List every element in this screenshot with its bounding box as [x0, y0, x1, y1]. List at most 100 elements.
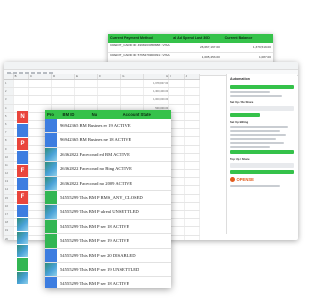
grid-cell[interactable] — [169, 96, 185, 104]
row-number[interactable]: 7 — [4, 129, 14, 137]
grid-cell[interactable] — [121, 88, 145, 96]
spreadsheet-row[interactable]: 1 1,978,847.00 — [4, 80, 201, 89]
grid-cell[interactable] — [169, 129, 185, 137]
header-bm-id[interactable]: BM ID — [61, 110, 90, 119]
row-number[interactable]: 19 — [4, 227, 14, 235]
grid-cell[interactable] — [169, 104, 185, 112]
grid-cell[interactable] — [14, 88, 30, 96]
header-ad-spend[interactable]: al Ad Spend Last 30D — [171, 34, 222, 43]
table-row[interactable]: 26362822 Facecorad no Bing ACTIVE — [45, 162, 171, 177]
spreadsheet-row[interactable]: 2 1,300,400.00 — [4, 88, 201, 97]
grid-cell[interactable] — [169, 219, 185, 227]
header-current-payment-method[interactable]: Current Payment Method — [108, 34, 171, 43]
table-row[interactable]: CREDIT_CARD:ID: 4998163058888:::VISA 26,… — [108, 43, 273, 53]
row-number[interactable]: 18 — [4, 219, 14, 227]
status-tag[interactable] — [17, 124, 28, 138]
status-tag[interactable] — [17, 204, 28, 219]
grid-cell[interactable] — [185, 80, 201, 88]
grid-cell[interactable] — [75, 96, 99, 104]
grid-cell[interactable] — [75, 88, 99, 96]
header-current-balance[interactable]: Current Balance — [223, 34, 273, 43]
table-row[interactable]: 54555299 This BM P ser 19 ACTIVE — [45, 234, 171, 249]
grid-cell[interactable] — [185, 104, 201, 112]
grid-cell[interactable] — [185, 96, 201, 104]
column-header[interactable]: H — [144, 74, 170, 79]
grid-cell[interactable] — [185, 112, 201, 120]
panel-action-button[interactable] — [230, 113, 260, 117]
status-tag[interactable]: P — [17, 137, 28, 152]
status-tag[interactable]: F — [17, 164, 28, 178]
row-number[interactable]: 12 — [4, 170, 14, 178]
column-header[interactable]: D — [52, 74, 76, 79]
panel-input-field[interactable] — [230, 163, 294, 168]
grid-cell[interactable] — [185, 178, 201, 186]
header-account-state[interactable]: Account State — [121, 110, 171, 119]
row-number[interactable]: 3 — [4, 96, 14, 104]
panel-action-button[interactable] — [230, 150, 294, 154]
grid-cell[interactable] — [185, 186, 201, 194]
grid-cell[interactable] — [169, 202, 185, 210]
column-header[interactable]: J — [185, 74, 201, 79]
grid-cell[interactable] — [185, 88, 201, 96]
grid-cell[interactable] — [169, 137, 185, 145]
table-row[interactable]: 54555299 This BM P ser 18 ACTIVE — [45, 219, 171, 235]
row-number[interactable]: 16 — [4, 202, 14, 210]
row-number[interactable]: 8 — [4, 137, 14, 145]
row-number[interactable]: 9 — [4, 145, 14, 153]
grid-cell[interactable] — [185, 153, 201, 161]
row-number[interactable]: 6 — [4, 120, 14, 129]
row-number[interactable]: 1 — [4, 80, 14, 88]
row-number[interactable]: 5 — [4, 112, 14, 120]
table-row[interactable]: 54555299 This BM P ser 20 DISABLED — [45, 248, 171, 263]
grid-cell[interactable] — [169, 88, 185, 96]
grid-cell[interactable] — [169, 211, 185, 219]
row-number[interactable]: 10 — [4, 153, 14, 161]
row-number[interactable]: 13 — [4, 178, 14, 186]
row-number[interactable]: 15 — [4, 194, 14, 202]
column-header[interactable]: I — [169, 74, 185, 79]
grid-cell[interactable] — [169, 194, 185, 202]
grid-cell[interactable] — [98, 88, 122, 96]
grid-cell[interactable] — [169, 80, 185, 88]
panel-input-field[interactable] — [230, 106, 294, 111]
grid-cell[interactable] — [185, 129, 201, 137]
grid-cell[interactable] — [169, 120, 185, 129]
table-row[interactable]: 96942365 BM Busines ne 18 ACTIVE — [45, 133, 171, 148]
grid-cell[interactable] — [169, 235, 185, 240]
grid-cell[interactable] — [29, 88, 53, 96]
row-number[interactable]: 2 — [4, 88, 14, 96]
row-number[interactable]: 11 — [4, 161, 14, 170]
row-number[interactable]: 14 — [4, 186, 14, 194]
status-tag[interactable] — [17, 151, 28, 165]
grid-cell[interactable] — [98, 96, 122, 104]
grid-cell[interactable] — [185, 235, 201, 240]
column-header[interactable]: E — [75, 74, 99, 79]
table-row[interactable]: 54555299 This BM P ulreal UNSETTLED — [45, 205, 171, 220]
status-tag[interactable]: N — [17, 111, 28, 125]
grid-cell[interactable] — [52, 80, 76, 88]
row-number[interactable]: 4 — [4, 104, 14, 112]
column-header[interactable]: B — [14, 74, 30, 79]
grid-cell[interactable] — [29, 80, 53, 88]
panel-action-button[interactable] — [230, 170, 294, 174]
grid-cell[interactable] — [52, 96, 76, 104]
table-row[interactable]: 54555299 This BM P RMS_ANY_CLOSED — [45, 190, 171, 206]
row-number[interactable]: 20 — [4, 235, 14, 240]
grid-cell[interactable] — [185, 120, 201, 129]
grid-cell[interactable] — [185, 202, 201, 210]
grid-cell[interactable] — [185, 145, 201, 153]
header-profile[interactable]: Pro — [45, 110, 61, 119]
grid-cell[interactable] — [185, 219, 201, 227]
grid-cell[interactable] — [185, 161, 201, 170]
column-header[interactable]: G — [121, 74, 145, 79]
table-row[interactable]: 26362822 Facecorad ed BM ACTIVE — [45, 147, 171, 163]
number-cell[interactable]: 1,000,000.00 — [144, 96, 170, 104]
column-header[interactable]: F — [98, 74, 122, 79]
grid-cell[interactable] — [98, 80, 122, 88]
column-header[interactable] — [4, 74, 14, 79]
grid-cell[interactable] — [185, 137, 201, 145]
row-number[interactable]: 17 — [4, 211, 14, 219]
grid-cell[interactable] — [14, 80, 30, 88]
grid-cell[interactable] — [169, 153, 185, 161]
table-row[interactable]: 54555299 This BM P ser 18 ACTIVE — [45, 277, 171, 288]
